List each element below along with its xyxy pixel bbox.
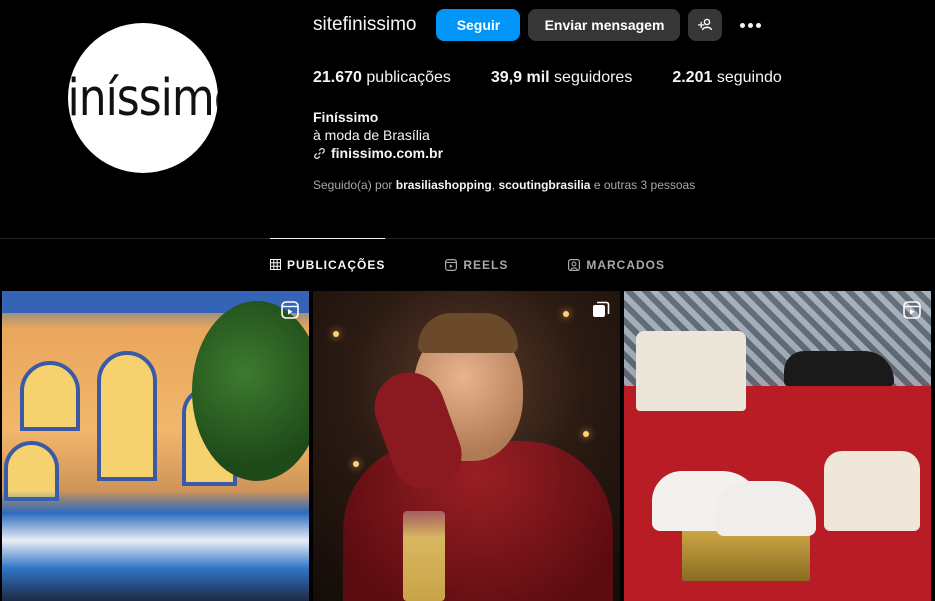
website-link[interactable]: finissimo.com.br <box>313 144 443 162</box>
tab-tagged[interactable]: MARCADOS <box>568 238 665 291</box>
posts-grid <box>2 291 931 601</box>
profile-avatar[interactable]: Finíssimo <box>68 23 218 173</box>
post-thumbnail[interactable] <box>313 291 620 601</box>
followed-by[interactable]: Seguido(a) por brasiliashopping, scoutin… <box>313 178 695 192</box>
avatar-circle: Finíssimo <box>68 23 218 173</box>
username: sitefinissimo <box>313 14 417 35</box>
following-count[interactable]: 2.201 seguindo <box>672 69 781 87</box>
follow-button[interactable]: Seguir <box>436 9 521 41</box>
followed-prefix: Seguido(a) por <box>313 178 393 192</box>
stat-label: seguidores <box>554 69 633 86</box>
stat-value: 2.201 <box>672 69 713 86</box>
grid-icon <box>269 259 281 270</box>
followed-suffix: e outras 3 pessoas <box>593 178 696 192</box>
brand-logo: Finíssimo <box>68 68 218 128</box>
link-icon <box>314 147 325 159</box>
suggested-users-button[interactable]: + <box>688 9 723 41</box>
profile-stats: 21.670 publicações 39,9 mil seguidores 2… <box>313 69 822 87</box>
website-url: finissimo.com.br <box>331 145 444 161</box>
carousel-icon <box>593 301 610 317</box>
bio-tagline: à moda de Brasília <box>313 127 430 143</box>
tab-posts[interactable]: PUBLICAÇÕES <box>269 238 386 291</box>
tab-label: PUBLICAÇÕES <box>286 257 386 272</box>
reels-icon <box>445 258 458 271</box>
tab-label: REELS <box>463 257 509 272</box>
stat-value: 39,9 mil <box>490 69 550 86</box>
tagged-icon <box>568 258 581 271</box>
stat-label: seguindo <box>716 69 782 86</box>
post-thumbnail[interactable] <box>624 291 931 601</box>
bio-name: Finíssimo <box>313 109 379 125</box>
more-options-icon[interactable] <box>736 9 764 41</box>
reel-icon <box>903 301 921 319</box>
stat-value: 21.670 <box>313 69 362 86</box>
add-person-icon: + <box>697 18 713 31</box>
posts-count[interactable]: 21.670 publicações <box>313 69 451 87</box>
tab-label: MARCADOS <box>586 257 666 272</box>
profile-header: sitefinissimo Seguir Enviar mensagem + <box>313 9 764 41</box>
follower-user-2: scoutingbrasilia <box>498 178 591 192</box>
profile-bio: Finíssimo à moda de Brasília finissimo.c… <box>313 108 443 162</box>
tab-reels[interactable]: REELS <box>445 238 508 291</box>
send-message-button[interactable]: Enviar mensagem <box>528 9 681 41</box>
reel-icon <box>281 301 299 319</box>
post-thumbnail[interactable] <box>2 291 309 601</box>
followers-count[interactable]: 39,9 mil seguidores <box>491 69 632 87</box>
profile-tabs: PUBLICAÇÕES REELS MARCADOS <box>0 238 935 291</box>
follower-user-1: brasiliashopping <box>395 178 492 192</box>
stat-label: publicações <box>366 69 451 86</box>
